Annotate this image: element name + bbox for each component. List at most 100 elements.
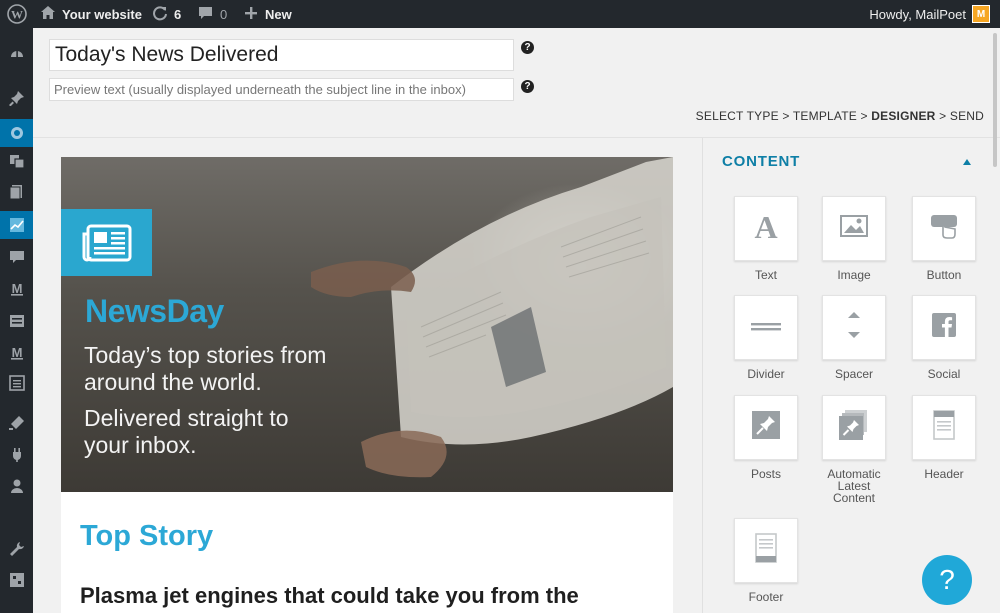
posts-tool[interactable] [734, 395, 798, 460]
image-tool[interactable] [822, 196, 886, 261]
tagline-2: Delivered straight to your inbox. [84, 405, 384, 459]
divider-tool[interactable] [734, 295, 798, 360]
spacer-tool[interactable] [822, 295, 886, 360]
admin-side-menu: M M [0, 28, 33, 613]
social-tool[interactable] [912, 295, 976, 360]
social-tool-label: Social [927, 367, 961, 381]
footer-icon [755, 533, 777, 568]
automatic-latest-content-icon [839, 410, 869, 445]
tagline-1-line-1: Today’s top stories from [84, 342, 327, 368]
home-icon [40, 5, 56, 23]
label-line: Content [832, 491, 876, 505]
plus-icon [244, 6, 258, 23]
mailpoet-m2-icon[interactable]: M [0, 339, 33, 367]
breadcrumb: SELECT TYPE > TEMPLATE > DESIGNER > SEND [696, 109, 984, 123]
settings-icon[interactable] [0, 566, 33, 594]
breadcrumb-separator: > [860, 109, 868, 123]
appearance-icon[interactable] [0, 409, 33, 437]
breadcrumb-send[interactable]: SEND [950, 109, 984, 123]
breadcrumb-template[interactable]: TEMPLATE [793, 109, 857, 123]
spacer-tool-label: Spacer [834, 367, 874, 381]
divider-tool-label: Divider [747, 367, 785, 381]
mailpoet-icon[interactable] [0, 119, 33, 147]
footer-tool-label: Footer [748, 590, 784, 604]
dashboard-icon[interactable] [0, 40, 33, 68]
subject-input[interactable]: Today's News Delivered [49, 39, 514, 71]
breadcrumb-separator: > [782, 109, 790, 123]
preview-help-icon[interactable]: ? [521, 80, 534, 93]
users-icon[interactable] [0, 472, 33, 500]
divider-icon [751, 319, 781, 337]
comments-icon[interactable] [0, 243, 33, 271]
breadcrumb-designer: DESIGNER [871, 109, 936, 123]
header-icon [933, 410, 955, 445]
comments-count: 0 [220, 6, 228, 22]
new-label: New [265, 6, 292, 22]
refresh-icon [152, 5, 168, 24]
preview-text-input[interactable]: Preview text (usually displayed undernea… [49, 78, 514, 101]
subject-value: Today's News Delivered [55, 43, 279, 66]
comments-link[interactable]: 0 [198, 0, 227, 28]
automatic-latest-content-tool[interactable] [822, 395, 886, 460]
tagline-2-line-2: your inbox. [84, 432, 197, 458]
posts-tool-label: Posts [750, 467, 781, 481]
svg-text:A: A [754, 211, 777, 241]
text-tool-label: Text [754, 268, 777, 282]
hero-banner[interactable]: NewsDay Today’s top stories from around … [61, 157, 673, 492]
plugins-icon[interactable] [0, 441, 33, 469]
svg-text:W: W [11, 8, 23, 22]
question-icon: ? [939, 564, 955, 595]
collapse-caret-icon[interactable] [963, 159, 971, 165]
story-title[interactable]: Plasma jet engines that could take you f… [80, 583, 579, 609]
automatic-latest-content-tool-label: Automatic Latest Content [808, 468, 900, 504]
footer-tool[interactable] [734, 518, 798, 583]
pin-icon[interactable] [0, 84, 33, 112]
spacer-icon [845, 310, 863, 345]
newspaper-icon [61, 209, 152, 276]
site-name: Your website [62, 6, 142, 22]
button-icon [930, 213, 958, 244]
preview-text-placeholder: Preview text (usually displayed undernea… [54, 82, 466, 97]
svg-text:M: M [11, 345, 22, 360]
avatar: M [972, 5, 990, 23]
scrollbar-thumb[interactable] [993, 33, 997, 167]
header-tool[interactable] [912, 395, 976, 460]
tagline-1: Today’s top stories from around the worl… [84, 342, 384, 396]
email-canvas[interactable]: NewsDay Today’s top stories from around … [61, 157, 673, 613]
breadcrumb-select-type[interactable]: SELECT TYPE [696, 109, 779, 123]
social-icon [932, 313, 956, 342]
text-icon: A [751, 209, 781, 246]
top-story-heading[interactable]: Top Story [80, 520, 213, 553]
admin-bar: W Your website 6 0 New Howdy, MailPoet M [0, 0, 1000, 28]
new-content-link[interactable]: New [244, 0, 292, 28]
image-tool-label: Image [837, 268, 871, 282]
text-tool[interactable]: A [734, 196, 798, 261]
tagline-1-line-2: around the world. [84, 369, 262, 395]
account-menu[interactable]: Howdy, MailPoet M [869, 0, 990, 28]
posts-icon [752, 411, 780, 444]
wordpress-logo-icon[interactable]: W [7, 0, 27, 28]
header-tool-label: Header [924, 467, 964, 481]
svg-text:M: M [11, 281, 22, 296]
site-home-link[interactable]: Your website [40, 0, 142, 28]
pages-icon[interactable] [0, 178, 33, 206]
button-tool[interactable] [912, 196, 976, 261]
breadcrumb-separator: > [939, 109, 947, 123]
media-icon[interactable] [0, 147, 33, 175]
mailpoet-m-icon[interactable]: M [0, 275, 33, 303]
subject-help-icon[interactable]: ? [521, 41, 534, 54]
chart-icon[interactable] [0, 211, 33, 239]
updates-count: 6 [174, 6, 182, 22]
panel-divider [702, 138, 703, 613]
forms-icon[interactable] [0, 307, 33, 335]
content-panel-heading[interactable]: CONTENT [722, 153, 800, 170]
tagline-2-line-1: Delivered straight to [84, 405, 289, 431]
help-bubble-button[interactable]: ? [922, 555, 972, 605]
howdy-text: Howdy, MailPoet [869, 6, 966, 22]
updates-link[interactable]: 6 [152, 0, 181, 28]
brand-name: NewsDay [85, 293, 224, 329]
tools-icon[interactable] [0, 535, 33, 563]
button-tool-label: Button [926, 268, 962, 282]
list-icon[interactable] [0, 369, 33, 397]
header-divider [33, 137, 1000, 138]
